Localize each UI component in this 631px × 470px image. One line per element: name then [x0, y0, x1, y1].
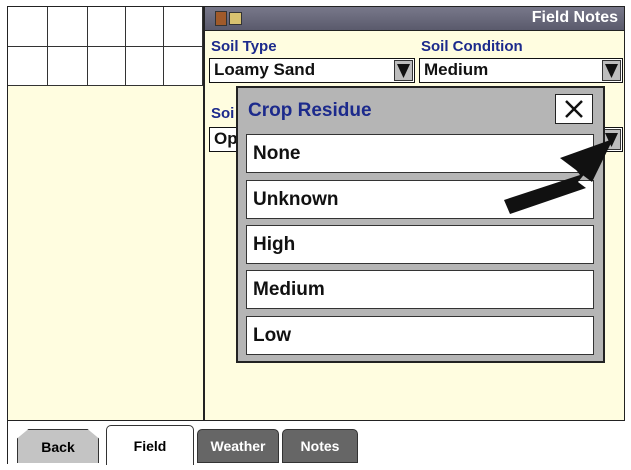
grid-cell — [8, 7, 48, 47]
grid-cell — [126, 47, 164, 86]
grid-cell — [88, 47, 126, 86]
mini-grid — [8, 7, 203, 86]
pointer-arrow-icon — [504, 139, 613, 214]
tab-field[interactable]: Field — [106, 425, 194, 465]
grid-cell — [48, 47, 88, 86]
tab-notes[interactable]: Notes — [282, 429, 358, 463]
popup-title: Crop Residue — [248, 100, 372, 121]
grid-cell — [8, 47, 48, 86]
option-medium[interactable]: Medium — [246, 270, 594, 309]
page-title: Field Notes — [531, 9, 618, 26]
soil-type-dropdown[interactable]: Loamy Sand — [209, 58, 415, 83]
grid-cell — [88, 7, 126, 47]
crop-residue-popup: Crop Residue None Unknown High Medium Lo… — [236, 86, 605, 363]
crop-residue-label: Soi — [211, 105, 235, 122]
tab-bar: Back Field Weather Notes — [8, 420, 625, 465]
soil-type-value: Loamy Sand — [214, 60, 316, 79]
notebook-icon — [215, 11, 227, 26]
soil-condition-value: Medium — [424, 60, 489, 79]
close-icon — [565, 100, 583, 118]
crop-residue-value: Op — [214, 129, 238, 148]
grid-cell — [48, 7, 88, 47]
soil-condition-dropdown[interactable]: Medium — [419, 58, 623, 83]
soil-type-label: Soil Type — [211, 38, 277, 55]
option-high[interactable]: High — [246, 225, 594, 264]
chevron-down-icon[interactable] — [394, 60, 413, 81]
soil-condition-label: Soil Condition — [421, 38, 523, 55]
grid-cell — [126, 7, 164, 47]
chevron-down-icon[interactable] — [602, 60, 621, 81]
grid-cell — [164, 47, 203, 86]
close-button[interactable] — [555, 94, 593, 124]
grid-cell — [164, 7, 203, 47]
back-button[interactable]: Back — [17, 429, 99, 463]
notes-page-icon — [229, 12, 242, 25]
option-low[interactable]: Low — [246, 316, 594, 355]
tab-weather[interactable]: Weather — [197, 429, 279, 463]
title-bar: Field Notes — [205, 7, 624, 31]
